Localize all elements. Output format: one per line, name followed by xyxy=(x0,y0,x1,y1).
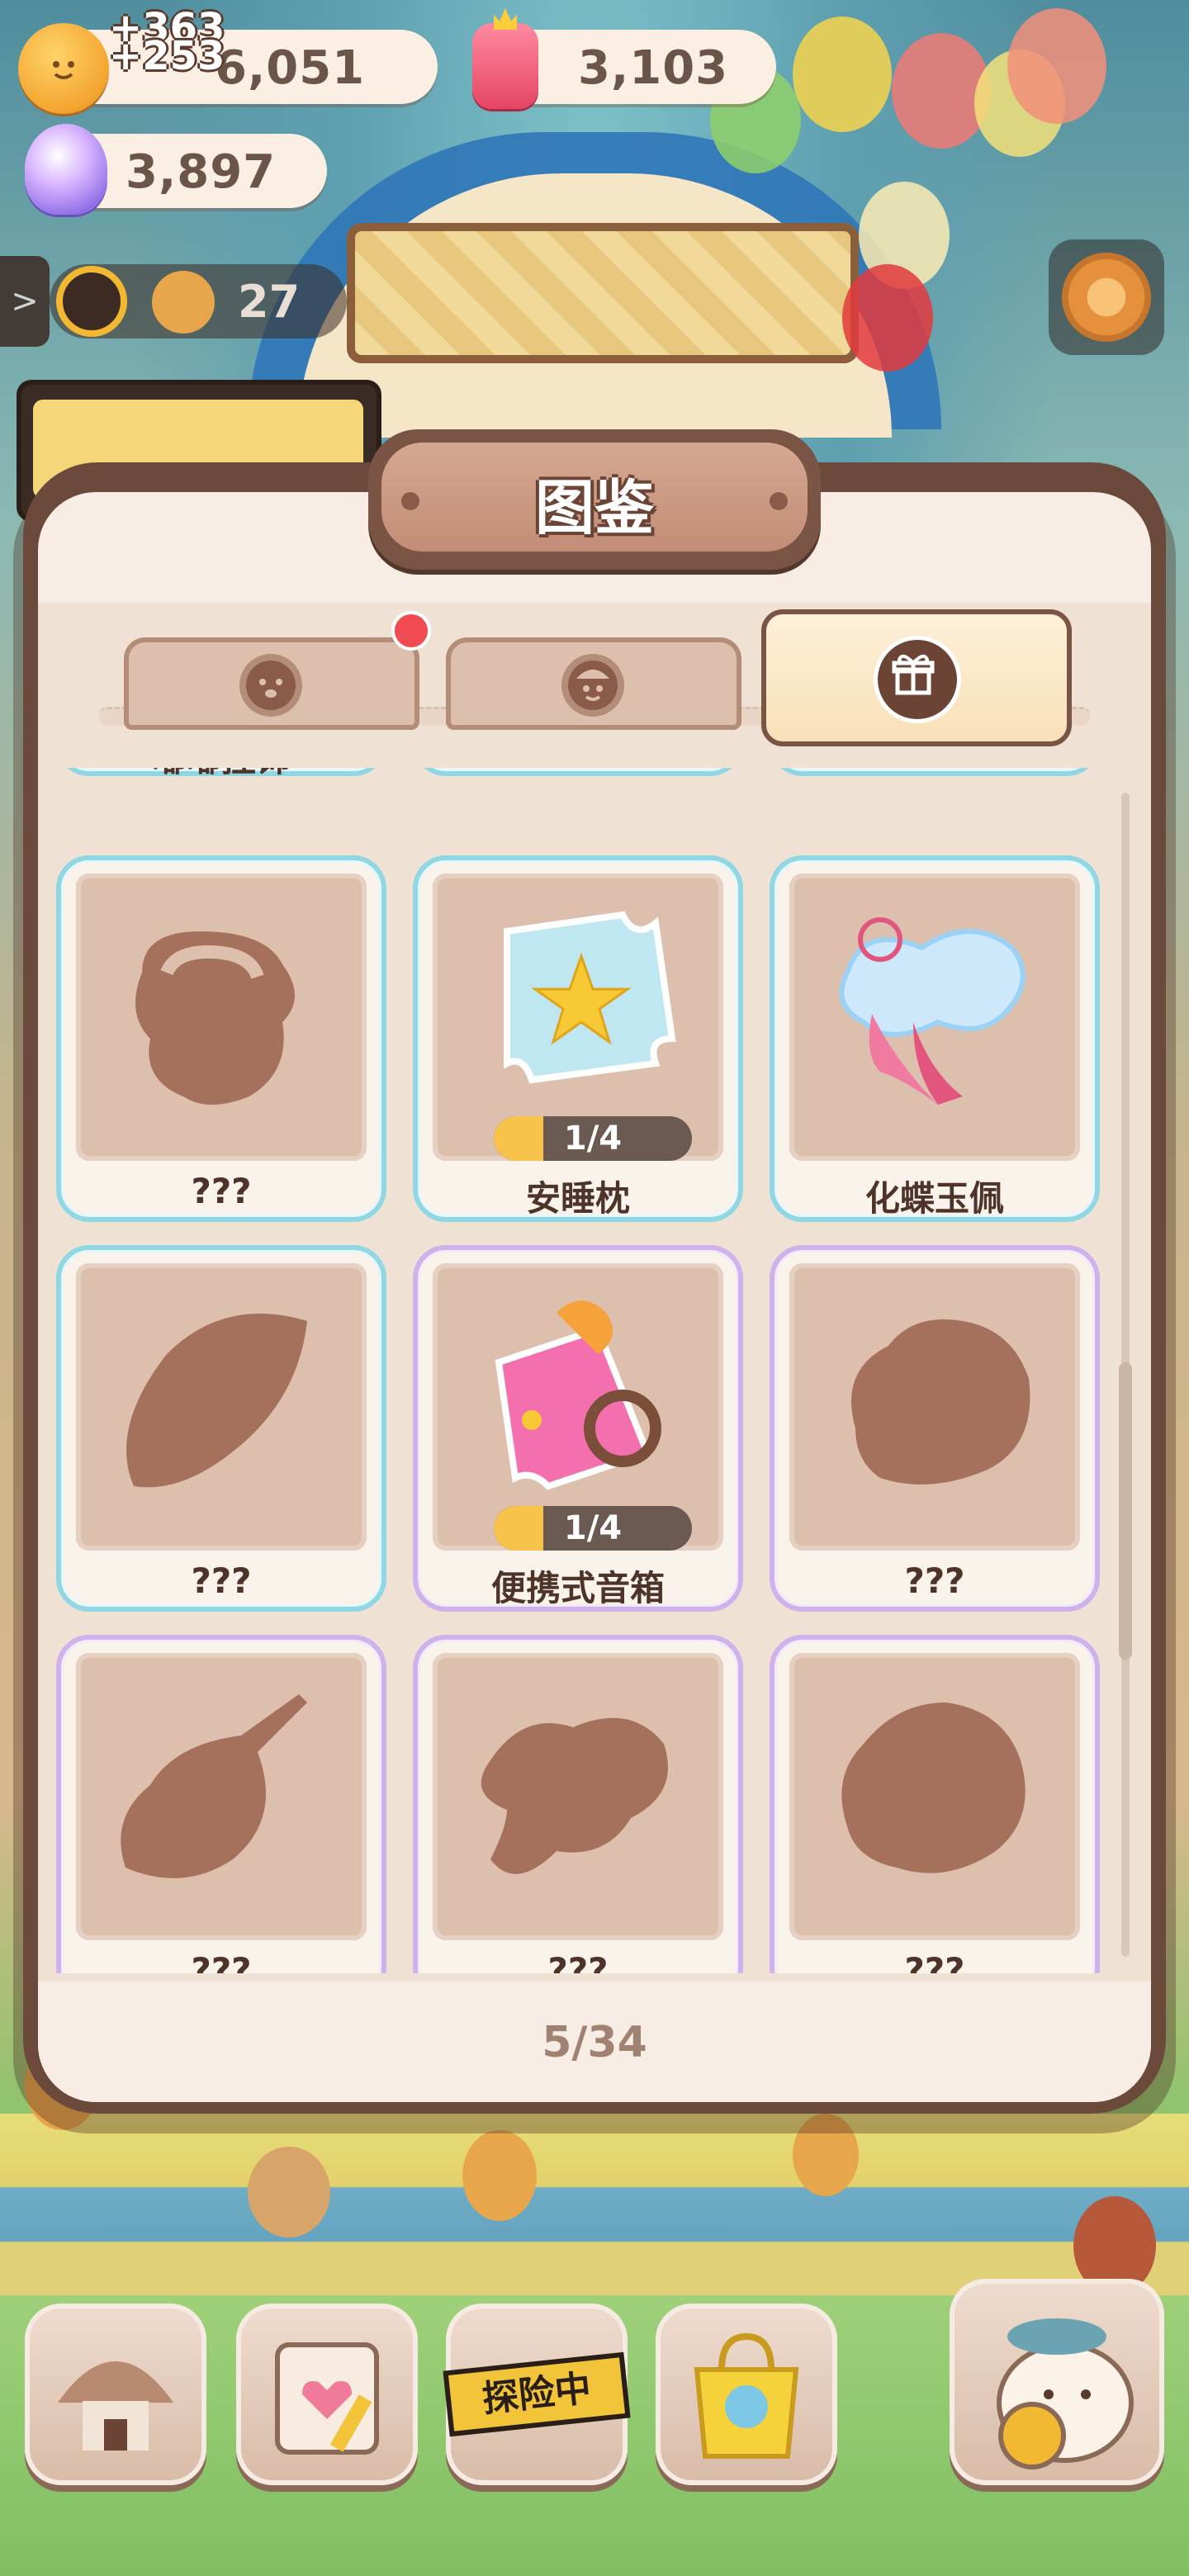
item-name: ??? xyxy=(418,768,738,772)
locked-item-silhouette xyxy=(135,931,295,1105)
item-slot xyxy=(76,874,367,1161)
item-slot: 1/4 xyxy=(433,1263,723,1551)
coin-gain-popup: +253 xyxy=(109,33,225,79)
item-name: ??? xyxy=(904,1950,965,1973)
cookie-progress-chip[interactable]: 27 xyxy=(50,264,347,339)
collection-card[interactable]: ??? xyxy=(56,855,386,1222)
collection-grid[interactable]: 嘟嘟挂饰 ??? ??? ??? 1/4 安睡枕 xyxy=(50,768,1123,1973)
collection-card[interactable]: ??? xyxy=(413,1635,743,1973)
modal-title: 图鉴 xyxy=(534,473,654,542)
item-progress-text: 1/4 xyxy=(563,1120,623,1158)
locked-item-silhouette xyxy=(481,1717,668,1874)
chef-face-icon xyxy=(561,654,624,717)
collection-card[interactable]: ??? xyxy=(770,1245,1100,1612)
chevron-right-icon: > xyxy=(11,282,39,320)
cookie-count: 27 xyxy=(238,276,301,328)
item-name: 安睡枕 xyxy=(525,1178,630,1219)
background-road xyxy=(0,2114,1189,2295)
cookie-character xyxy=(462,2130,537,2221)
gem-value: 3,897 xyxy=(126,145,277,199)
collection-card[interactable]: ??? xyxy=(413,768,743,776)
locked-item-silhouette xyxy=(851,1319,1030,1485)
settings-button[interactable] xyxy=(1049,239,1164,355)
item-name: ??? xyxy=(191,1560,252,1601)
item-name: ??? xyxy=(904,1560,965,1601)
item-slot: 1/4 xyxy=(433,874,723,1161)
item-slot xyxy=(433,1653,723,1940)
item-name: ??? xyxy=(191,1950,252,1973)
item-slot xyxy=(76,1263,367,1551)
character-with-fish-icon xyxy=(997,2318,1134,2469)
collection-card[interactable]: 1/4 安睡枕 xyxy=(413,855,743,1222)
tab-chef-face[interactable] xyxy=(446,637,741,730)
item-slot xyxy=(789,1263,1080,1551)
item-progress-bar: 1/4 xyxy=(494,1116,692,1161)
shopping-bag-icon xyxy=(694,2332,799,2459)
coin-value: 6,051 xyxy=(215,41,366,95)
locked-item-silhouette xyxy=(126,1314,307,1488)
cookie-character xyxy=(248,2147,330,2237)
house-button[interactable] xyxy=(25,2304,206,2485)
item-slot xyxy=(789,874,1080,1161)
balloon-yellow xyxy=(793,17,892,132)
item-progress-bar: 1/4 xyxy=(494,1506,692,1551)
page-counter: 5/34 xyxy=(542,2018,647,2067)
collection-card[interactable]: 化蝶玉佩 xyxy=(770,855,1100,1222)
tab-cookie-face[interactable] xyxy=(124,637,419,730)
balloon-red xyxy=(1007,8,1106,124)
progress-ring-icon xyxy=(56,266,127,337)
gem-icon xyxy=(25,124,107,215)
diary-button[interactable] xyxy=(236,2304,418,2485)
collection-card[interactable]: 1/4 便携式音箱 xyxy=(413,1245,743,1612)
mushroom-house-icon xyxy=(58,2361,173,2451)
tab-gift[interactable] xyxy=(761,609,1072,746)
collection-card[interactable]: ??? xyxy=(770,768,1100,776)
balloon-red xyxy=(842,264,933,372)
cookie-face-icon xyxy=(239,654,302,717)
item-name: ??? xyxy=(547,1950,609,1973)
cookie-icon xyxy=(152,271,215,334)
item-name: 便携式音箱 xyxy=(490,1568,665,1608)
item-name: ??? xyxy=(775,768,1095,772)
character-button[interactable] xyxy=(950,2279,1164,2485)
item-name: ??? xyxy=(191,1171,252,1211)
candy-value: 3,103 xyxy=(578,41,729,95)
item-name: 嘟嘟挂饰 xyxy=(61,768,381,782)
collection-card[interactable]: ??? xyxy=(56,1635,386,1973)
locked-item-silhouette xyxy=(121,1694,307,1878)
collection-card[interactable]: ??? xyxy=(770,1635,1100,1973)
item-slot xyxy=(76,1653,367,1940)
item-name: 化蝶玉佩 xyxy=(865,1178,1004,1219)
item-progress-text: 1/4 xyxy=(563,1509,623,1547)
coin-icon xyxy=(18,23,109,114)
collection-card[interactable]: 嘟嘟挂饰 xyxy=(56,768,386,779)
side-expand-button[interactable]: > xyxy=(0,256,50,347)
collection-card[interactable]: ??? xyxy=(56,1245,386,1612)
candy-icon xyxy=(472,8,538,109)
shop-button[interactable] xyxy=(656,2304,837,2485)
gear-icon xyxy=(1062,253,1151,342)
butterfly-jade-pendant-icon xyxy=(839,917,1026,1105)
notification-badge xyxy=(391,611,431,651)
scrollbar-thumb[interactable] xyxy=(1119,1362,1132,1660)
diary-icon xyxy=(275,2342,379,2455)
item-slot xyxy=(789,1653,1080,1940)
locked-item-silhouette xyxy=(841,1702,1026,1873)
background-shop-sign xyxy=(347,223,859,363)
gift-icon xyxy=(874,636,961,723)
